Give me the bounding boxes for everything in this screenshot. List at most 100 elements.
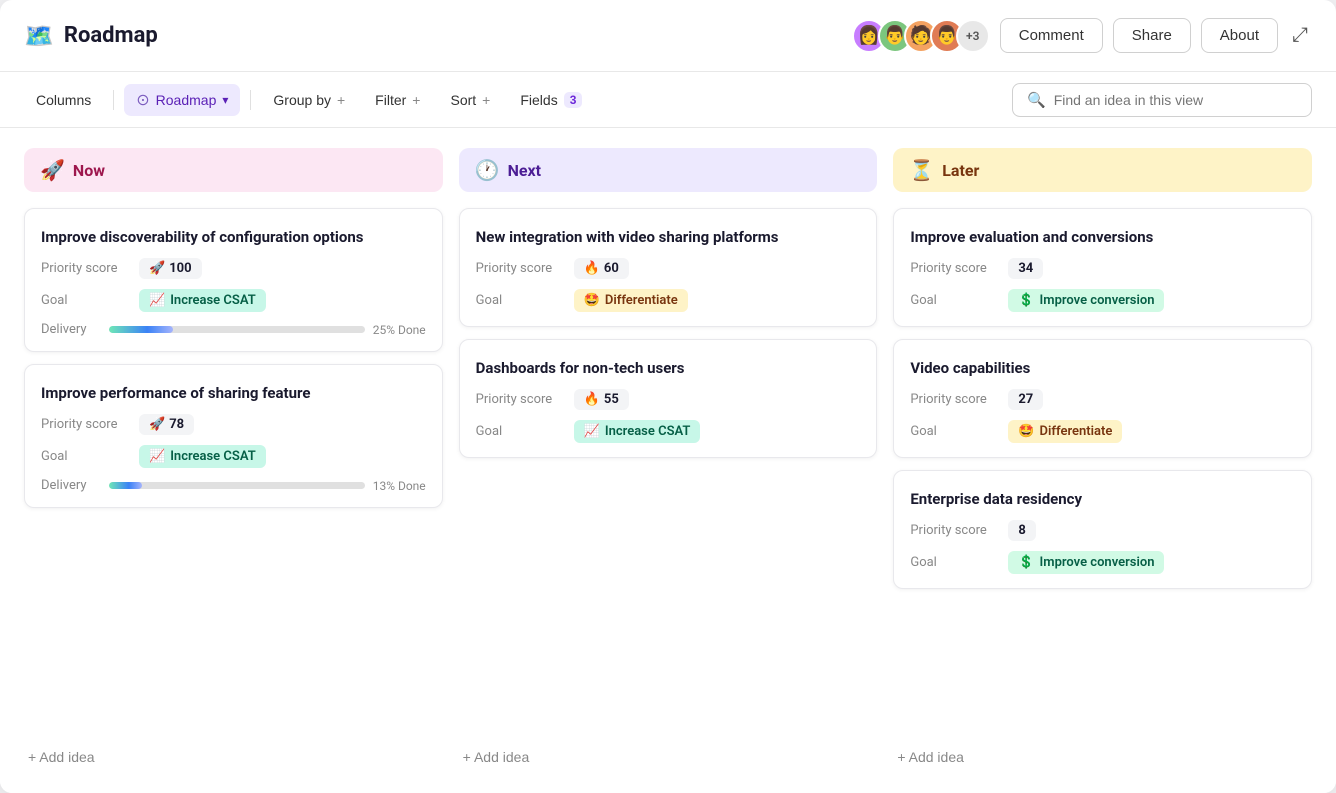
card-title: Video capabilities [910, 358, 1295, 379]
toolbar-divider [250, 90, 251, 110]
view-icon: ⊙ [136, 90, 149, 110]
app-title-area: 🗺️ Roadmap [24, 22, 852, 50]
priority-score-badge: 🔥 60 [574, 258, 629, 279]
priority-value: 8 [1018, 523, 1025, 538]
priority-emoji: 🔥 [584, 392, 600, 407]
card[interactable]: Improve discoverability of configuration… [24, 208, 443, 352]
goal-emoji: 📈 [149, 449, 165, 464]
share-button[interactable]: Share [1113, 18, 1191, 53]
priority-value: 78 [169, 417, 184, 432]
priority-row: Priority score 🚀 100 [41, 258, 426, 279]
add-idea-button-later[interactable]: + Add idea [893, 741, 1312, 773]
comment-button[interactable]: Comment [1000, 18, 1103, 53]
goal-text: Increase CSAT [170, 449, 256, 464]
priority-row: Priority score 27 [910, 389, 1295, 410]
priority-score-badge: 27 [1008, 389, 1043, 410]
goal-text: Differentiate [605, 293, 678, 308]
card[interactable]: New integration with video sharing platf… [459, 208, 878, 327]
goal-badge[interactable]: 💲 Improve conversion [1008, 289, 1164, 312]
fields-button[interactable]: Fields 3 [508, 86, 594, 114]
goal-label: Goal [910, 424, 1000, 439]
goal-row: Goal 💲 Improve conversion [910, 551, 1295, 574]
fields-count-badge: 3 [564, 92, 583, 108]
search-icon: 🔍 [1027, 91, 1046, 109]
search-box[interactable]: 🔍 [1012, 83, 1312, 117]
goal-badge[interactable]: 📈 Increase CSAT [574, 420, 701, 443]
add-idea-button-now[interactable]: + Add idea [24, 741, 443, 773]
priority-emoji: 🚀 [149, 261, 165, 276]
goal-badge[interactable]: 🤩 Differentiate [1008, 420, 1122, 443]
goal-label: Goal [41, 449, 131, 464]
goal-text: Increase CSAT [170, 293, 256, 308]
progress-bar [109, 482, 365, 489]
goal-label: Goal [476, 424, 566, 439]
about-button[interactable]: About [1201, 18, 1278, 53]
goal-badge[interactable]: 📈 Increase CSAT [139, 289, 266, 312]
card-title: Enterprise data residency [910, 489, 1295, 510]
columns-button[interactable]: Columns [24, 86, 103, 114]
sort-label: Sort [450, 92, 476, 108]
progress-bar-fill [109, 326, 173, 333]
chevron-down-icon: ▾ [222, 93, 228, 107]
card[interactable]: Dashboards for non-tech users Priority s… [459, 339, 878, 458]
goal-badge[interactable]: 💲 Improve conversion [1008, 551, 1164, 574]
goal-label: Goal [910, 293, 1000, 308]
column-emoji: ⏳ [909, 158, 934, 182]
priority-label: Priority score [910, 523, 1000, 538]
priority-score-badge: 🚀 100 [139, 258, 202, 279]
goal-label: Goal [476, 293, 566, 308]
card-title: Improve discoverability of configuration… [41, 227, 426, 248]
priority-score-badge: 🚀 78 [139, 414, 194, 435]
goal-badge[interactable]: 📈 Increase CSAT [139, 445, 266, 468]
card[interactable]: Improve performance of sharing feature P… [24, 364, 443, 508]
progress-bar-fill [109, 482, 142, 489]
page-title: Roadmap [64, 23, 158, 48]
priority-row: Priority score 8 [910, 520, 1295, 541]
toolbar-divider [113, 90, 114, 110]
card[interactable]: Enterprise data residency Priority score… [893, 470, 1312, 589]
priority-label: Priority score [910, 261, 1000, 276]
priority-score-badge: 🔥 55 [574, 389, 629, 410]
column-header-next: 🕐Next [459, 148, 878, 192]
priority-label: Priority score [910, 392, 1000, 407]
sort-button[interactable]: Sort + [438, 86, 502, 114]
add-idea-button-next[interactable]: + Add idea [459, 741, 878, 773]
view-selector[interactable]: ⊙ Roadmap ▾ [124, 84, 240, 116]
priority-value: 27 [1018, 392, 1033, 407]
column-emoji: 🕐 [475, 158, 500, 182]
group-by-button[interactable]: Group by + [261, 86, 357, 114]
card-title: Improve evaluation and conversions [910, 227, 1295, 248]
app-emoji: 🗺️ [24, 22, 54, 50]
goal-badge[interactable]: 🤩 Differentiate [574, 289, 688, 312]
avatar-overflow-count[interactable]: +3 [956, 19, 990, 53]
column-next: 🕐Next New integration with video sharing … [459, 148, 878, 773]
card[interactable]: Video capabilities Priority score 27 Goa… [893, 339, 1312, 458]
priority-row: Priority score 🔥 60 [476, 258, 861, 279]
group-by-label: Group by [273, 92, 331, 108]
goal-emoji: 🤩 [1018, 424, 1034, 439]
progress-text: 25% Done [373, 323, 426, 337]
fields-label: Fields [520, 92, 557, 108]
priority-emoji: 🔥 [584, 261, 600, 276]
progress-bar [109, 326, 365, 333]
expand-button[interactable]: ⤢ [1288, 20, 1312, 51]
card[interactable]: Improve evaluation and conversions Prior… [893, 208, 1312, 327]
priority-score-badge: 34 [1008, 258, 1043, 279]
delivery-label: Delivery [41, 478, 101, 493]
sort-plus-icon: + [482, 92, 490, 108]
goal-text: Improve conversion [1040, 555, 1155, 570]
filter-button[interactable]: Filter + [363, 86, 432, 114]
goal-row: Goal 🤩 Differentiate [476, 289, 861, 312]
delivery-label: Delivery [41, 322, 101, 337]
delivery-row: Delivery 25% Done [41, 322, 426, 337]
header: 🗺️ Roadmap 👩 👨 🧑 👨 +3 Comment Share Abou… [0, 0, 1336, 72]
search-input[interactable] [1054, 92, 1297, 108]
card-title: Improve performance of sharing feature [41, 383, 426, 404]
goal-emoji: 🤩 [584, 293, 600, 308]
goal-label: Goal [910, 555, 1000, 570]
goal-row: Goal 📈 Increase CSAT [41, 445, 426, 468]
column-title: Later [942, 161, 979, 180]
column-header-later: ⏳ Later [893, 148, 1312, 192]
priority-value: 60 [604, 261, 619, 276]
avatar-group: 👩 👨 🧑 👨 +3 [852, 19, 990, 53]
